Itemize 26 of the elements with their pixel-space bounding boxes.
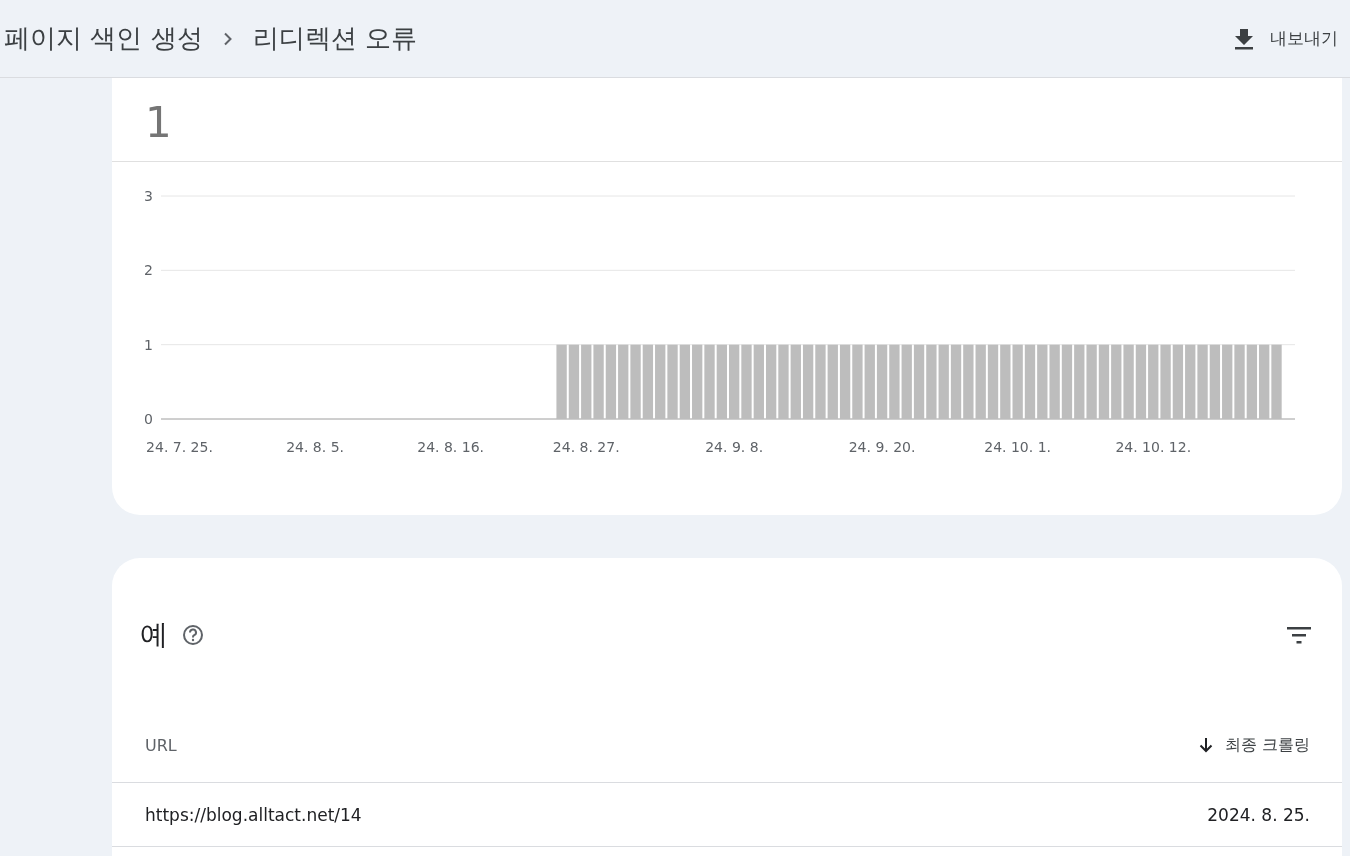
section-title: 예 (140, 617, 168, 653)
axis-label: 24. 8. 27. (552, 439, 620, 455)
date-cell: 2024. 8. 25. (868, 782, 1342, 847)
axis-label: 24. 8. 16. (417, 439, 485, 455)
column-header[interactable]: URL (112, 708, 869, 783)
axis-label: 24. 10. 12. (1115, 439, 1192, 455)
axis-label: 2 (144, 262, 153, 279)
download-icon (1234, 27, 1254, 50)
page-count: 1 (112, 78, 1342, 162)
breadcrumb-item[interactable]: 페이지 색인 생성 (4, 21, 203, 56)
axis-label: 3 (144, 188, 153, 204)
axis-label: 24. 9. 8. (705, 439, 764, 455)
breadcrumb-item: 리디렉션 오류 (252, 22, 417, 55)
axis-label: 24. 8. 5. (286, 439, 344, 455)
chevron-right-icon (222, 31, 233, 46)
axis-label: 1 (144, 336, 153, 353)
filter-icon[interactable] (1286, 625, 1312, 645)
help-icon[interactable] (182, 624, 204, 646)
column-header[interactable]: 최종 크롤링 (868, 708, 1342, 783)
axis-label: 24. 10. 1. (984, 439, 1052, 455)
axis-label: 0 (144, 411, 153, 427)
url-cell[interactable]: https://blog.alltact.net/14 (112, 782, 869, 847)
sort-down-icon (1198, 737, 1213, 753)
axis-label: 24. 9. 20. (848, 439, 916, 455)
export-button[interactable]: 내보내기 (1234, 21, 1338, 56)
axis-label: 24. 7. 25. (146, 439, 213, 455)
